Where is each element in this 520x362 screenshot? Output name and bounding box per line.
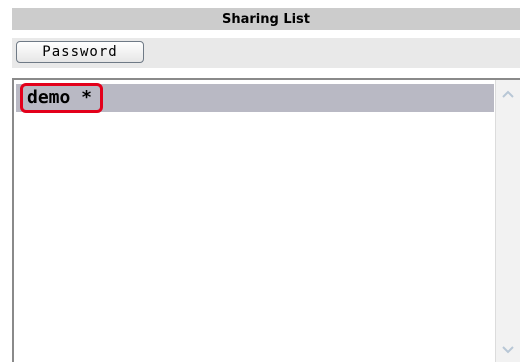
list-item-label: demo *: [20, 83, 104, 113]
panel-header: Sharing List: [12, 8, 520, 30]
chevron-down-icon[interactable]: [500, 342, 516, 358]
vertical-scrollbar[interactable]: [495, 80, 520, 362]
password-button-label: Password: [42, 44, 118, 60]
toolbar: Password: [12, 38, 520, 68]
sharing-list-panel: Sharing List Password demo *: [0, 0, 520, 362]
chevron-up-icon[interactable]: [500, 86, 516, 102]
sharing-listbox[interactable]: demo *: [12, 78, 520, 362]
password-button[interactable]: Password: [16, 41, 144, 63]
panel-title: Sharing List: [221, 11, 311, 27]
list-item[interactable]: demo *: [16, 83, 494, 113]
